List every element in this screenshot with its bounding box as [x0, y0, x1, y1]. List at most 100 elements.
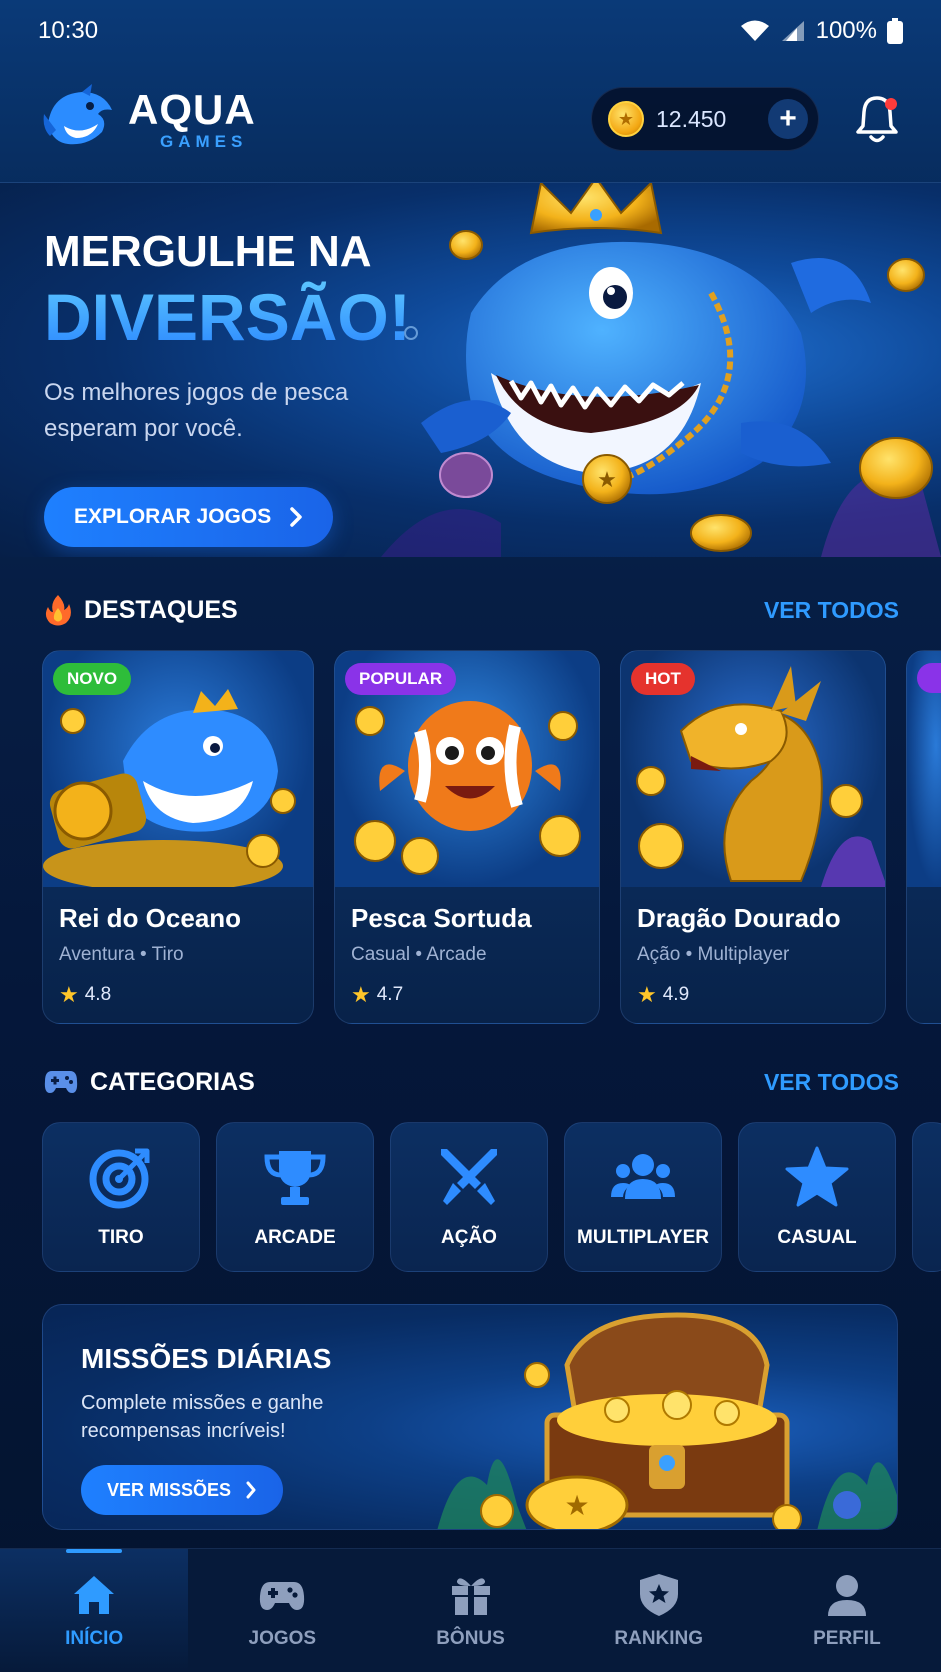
- categories-see-all-link[interactable]: VER TODOS: [764, 1069, 899, 1096]
- game-card-pesca-sortuda[interactable]: POPULAR Pesca Sortuda Casual • Arcade ★ …: [334, 650, 600, 1024]
- game-badge: [917, 663, 941, 693]
- nav-ranking[interactable]: RANKING: [565, 1549, 753, 1672]
- game-card-rei-do-oceano[interactable]: NOVO Rei do Oceano Aventura • Tiro ★ 4.8: [42, 650, 314, 1024]
- shield-star-icon: [639, 1573, 678, 1616]
- gamepad-icon: [260, 1581, 305, 1610]
- nav-label: RANKING: [614, 1627, 704, 1649]
- game-rating: ★ 4.9: [637, 982, 885, 1008]
- trophy-icon: [264, 1151, 326, 1205]
- game-rating-value: 4.7: [376, 984, 404, 1005]
- app-screen: 10:30 100% AQUA GAMES ★ 12.450 + ★ MERGU…: [0, 0, 941, 1672]
- status-bar: 10:30 100%: [0, 0, 941, 62]
- nav-bonus[interactable]: BÔNUS: [376, 1549, 564, 1672]
- game-thumbnail: HOT: [621, 651, 885, 887]
- game-rating-value: 4.8: [84, 984, 112, 1005]
- nav-label: JOGOS: [248, 1627, 317, 1649]
- logo-title: AQUA: [128, 85, 256, 133]
- featured-games-carousel: NOVO Rei do Oceano Aventura • Tiro ★ 4.8…: [42, 650, 941, 1024]
- nav-label: BÔNUS: [436, 1627, 505, 1649]
- nav-inicio[interactable]: INÍCIO: [0, 1549, 189, 1672]
- hero-description: Os melhores jogos de pesca esperam por v…: [44, 379, 349, 442]
- treasure-chest-illustration: ★: [437, 1312, 897, 1529]
- missions-description: Complete missões e ganhe recompensas inc…: [81, 1392, 324, 1442]
- app-logo[interactable]: AQUA GAMES: [42, 84, 591, 154]
- game-badge: POPULAR: [345, 663, 457, 695]
- status-time: 10:30: [38, 17, 99, 44]
- game-thumbnail: NOVO: [43, 651, 313, 887]
- category-label: AÇÃO: [441, 1227, 497, 1248]
- notification-dot: [885, 98, 897, 110]
- nav-jogos[interactable]: JOGOS: [188, 1549, 376, 1672]
- category-multiplayer[interactable]: MULTIPLAYER: [564, 1122, 722, 1272]
- featured-title: DESTAQUES: [84, 595, 238, 624]
- category-arcade[interactable]: ARCADE: [216, 1122, 374, 1272]
- missions-text: MISSÕES DIÁRIAS Complete missões e ganhe…: [81, 1343, 381, 1515]
- fire-icon: [45, 595, 71, 626]
- coin-icon: ★: [608, 101, 644, 137]
- category-partial[interactable]: [912, 1122, 941, 1272]
- chevron-right-icon: [290, 507, 302, 527]
- category-label: MULTIPLAYER: [577, 1227, 709, 1248]
- star-icon: ★: [59, 982, 79, 1007]
- category-label: ARCADE: [254, 1227, 336, 1248]
- hero-text: MERGULHE NA DIVERSÃO! Os melhores jogos …: [44, 227, 411, 547]
- signal-icon: [781, 21, 804, 41]
- categories-title: CATEGORIAS: [90, 1067, 255, 1096]
- game-thumbnail: POPULAR: [335, 651, 599, 887]
- app-header: AQUA GAMES ★ 12.450 +: [42, 78, 899, 160]
- categories-list: TIRO ARCADE AÇÃO MULTIPLAYER CASUAL: [42, 1122, 941, 1272]
- daily-missions-banner[interactable]: ★ MISSÕES DIÁRIAS Complete missões e gan…: [42, 1304, 898, 1530]
- users-icon: [611, 1154, 675, 1199]
- wifi-icon: [740, 20, 769, 41]
- nav-label: PERFIL: [813, 1627, 881, 1649]
- category-tiro[interactable]: TIRO: [42, 1122, 200, 1272]
- category-casual[interactable]: CASUAL: [738, 1122, 896, 1272]
- category-acao[interactable]: AÇÃO: [390, 1122, 548, 1272]
- game-thumbnail: [907, 651, 941, 887]
- game-badge: NOVO: [53, 663, 132, 695]
- game-badge: HOT: [631, 663, 695, 695]
- hero-headline-highlight: DIVERSÃO!: [44, 280, 411, 354]
- hero-banner[interactable]: ★ MERGULHE NA DIVERSÃO! Os melhores jogo…: [0, 183, 941, 557]
- bottom-navigation: INÍCIO JOGOS BÔNUS RANKING PERFIL: [0, 1548, 941, 1672]
- category-label: TIRO: [98, 1227, 144, 1248]
- game-card-partial[interactable]: [906, 650, 941, 1024]
- gift-icon: [451, 1577, 490, 1615]
- status-indicators: 100%: [740, 17, 903, 45]
- explore-games-label: EXPLORAR JOGOS: [74, 505, 272, 528]
- star-icon: ★: [351, 982, 371, 1007]
- game-genre: Aventura • Tiro: [59, 944, 184, 965]
- coin-balance-pill[interactable]: ★ 12.450 +: [591, 87, 819, 151]
- featured-section-header: DESTAQUES VER TODOS: [44, 590, 899, 630]
- chevron-right-icon: [246, 1481, 256, 1499]
- categories-section-header: CATEGORIAS VER TODOS: [44, 1062, 899, 1102]
- crossed-swords-icon: [441, 1149, 497, 1205]
- game-genre: Ação • Multiplayer: [637, 944, 790, 965]
- game-rating: ★ 4.7: [351, 982, 599, 1008]
- view-missions-button[interactable]: VER MISSÕES: [81, 1465, 284, 1515]
- notifications-button[interactable]: [855, 94, 899, 144]
- hero-headline: MERGULHE NA: [44, 227, 372, 276]
- missions-title: MISSÕES DIÁRIAS: [81, 1343, 332, 1374]
- game-title: Dragão Dourado: [637, 903, 841, 933]
- nav-perfil[interactable]: PERFIL: [753, 1549, 941, 1672]
- add-coins-button[interactable]: +: [768, 99, 808, 139]
- battery-percent: 100%: [815, 17, 877, 44]
- nav-label: INÍCIO: [65, 1627, 124, 1649]
- svg-text:★: ★: [597, 468, 617, 493]
- game-rating: ★ 4.8: [59, 982, 313, 1008]
- home-icon: [74, 1575, 115, 1614]
- explore-games-button[interactable]: EXPLORAR JOGOS: [44, 487, 334, 547]
- featured-see-all-link[interactable]: VER TODOS: [764, 597, 899, 624]
- shark-king-illustration: ★: [381, 183, 941, 557]
- game-title: Pesca Sortuda: [351, 903, 532, 933]
- shark-logo-icon: [43, 84, 112, 145]
- game-card-dragao-dourado[interactable]: HOT Dragão Dourado Ação • Multiplayer ★ …: [620, 650, 886, 1024]
- gamepad-icon: [44, 1071, 78, 1093]
- game-rating-value: 4.9: [662, 984, 690, 1005]
- user-icon: [827, 1574, 866, 1616]
- view-missions-label: VER MISSÕES: [107, 1479, 232, 1500]
- game-genre: Casual • Arcade: [351, 944, 487, 965]
- target-icon: [89, 1148, 150, 1209]
- battery-icon: [887, 18, 903, 44]
